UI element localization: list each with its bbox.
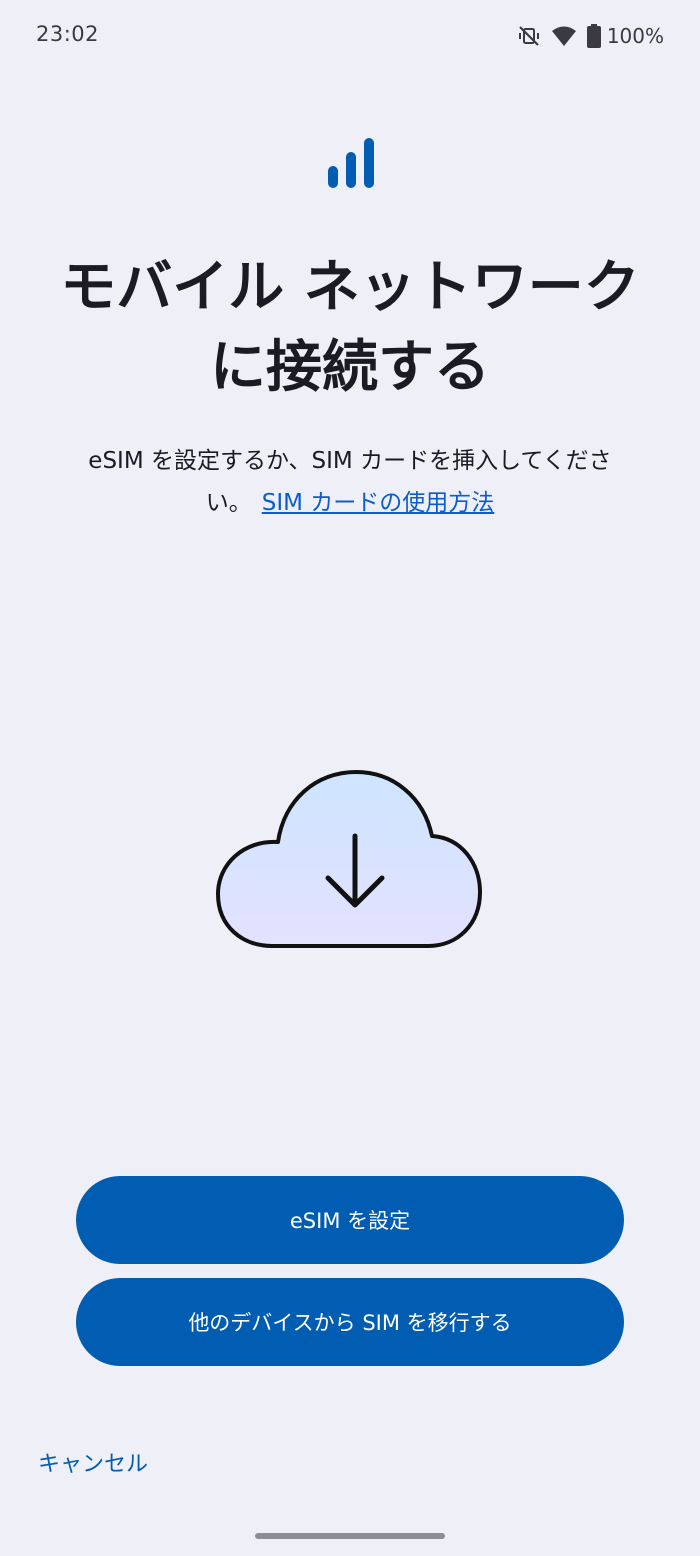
sim-help-link[interactable]: SIM カードの使用方法 — [262, 490, 495, 516]
home-indicator[interactable] — [255, 1533, 445, 1539]
signal-bars-icon — [326, 136, 376, 190]
transfer-sim-button[interactable]: 他のデバイスから SIM を移行する — [76, 1278, 624, 1366]
page-title: モバイル ネットワークに接続する — [60, 255, 640, 400]
cloud-download-icon — [214, 770, 484, 950]
battery-percentage: 100% — [606, 24, 664, 48]
cancel-button[interactable]: キャンセル — [38, 1446, 148, 1478]
setup-esim-button[interactable]: eSIM を設定 — [76, 1176, 624, 1264]
status-time: 23:02 — [36, 22, 100, 46]
status-bar: 23:02 100% — [0, 0, 700, 76]
mute-vibrate-icon — [517, 24, 541, 48]
status-icons: 100% — [517, 22, 664, 50]
wifi-icon — [551, 25, 577, 47]
battery-icon — [586, 24, 601, 48]
description: eSIM を設定するか、SIM カードを挿入してください。 SIM カードの使用方… — [70, 440, 630, 524]
